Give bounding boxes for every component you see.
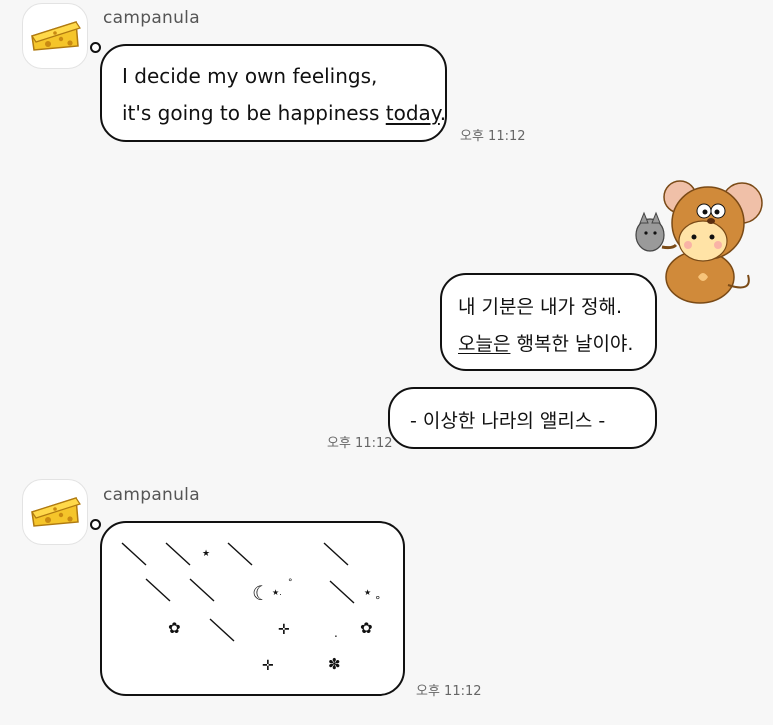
moon-icon: ☾ bbox=[252, 581, 270, 605]
message-bubble[interactable]: ★ ☾ ★. ° ★ ° ✿ ✛ . ✿ ✛ ✽ bbox=[100, 521, 405, 696]
message-timestamp: 오후 11:12 bbox=[416, 684, 482, 699]
dot-icon: . bbox=[334, 626, 338, 640]
flower-icon: ✿ bbox=[360, 619, 373, 637]
message-bubble[interactable]: 내 기분은 내가 정해. 오늘은 행복한 날이야. bbox=[440, 273, 657, 371]
message-timestamp: 오후 11:12 bbox=[327, 436, 393, 451]
cheese-icon bbox=[31, 21, 81, 51]
circle-icon: ° bbox=[288, 578, 293, 588]
rain-slash-decoration bbox=[121, 542, 355, 642]
bubble-tail-dot bbox=[90, 519, 101, 530]
message-timestamp: 오후 11:12 bbox=[460, 129, 526, 144]
message-bubble[interactable]: - 이상한 나라의 앨리스 - bbox=[388, 387, 657, 449]
flower-icon: ✽ bbox=[328, 655, 341, 673]
avatar[interactable] bbox=[22, 3, 88, 69]
sparkle-icon: ✛ bbox=[278, 622, 290, 638]
star-icon: ★ bbox=[202, 549, 211, 559]
message-text-line: 내 기분은 내가 정해. bbox=[458, 296, 622, 318]
star-icon: ★. bbox=[272, 588, 282, 597]
bubble-tail-dot bbox=[90, 42, 101, 53]
flower-icon: ✿ bbox=[168, 619, 181, 637]
message-text-line: 오늘은 행복한 날이야. bbox=[458, 333, 634, 355]
message-text-line: I decide my own feelings, bbox=[122, 64, 378, 88]
sparkle-icon: ✛ bbox=[262, 658, 274, 674]
star-icon: ★ bbox=[364, 588, 372, 597]
cheese-icon bbox=[31, 497, 81, 527]
sender-name: campanula bbox=[103, 8, 200, 28]
circle-icon: ° bbox=[375, 594, 381, 607]
sender-name: campanula bbox=[103, 485, 200, 505]
message-text-line: it's going to be happiness today. bbox=[122, 101, 447, 125]
message-quote: - 이상한 나라의 앨리스 - bbox=[410, 410, 606, 432]
avatar[interactable] bbox=[22, 479, 88, 545]
message-bubble[interactable]: I decide my own feelings, it's going to … bbox=[100, 44, 447, 142]
